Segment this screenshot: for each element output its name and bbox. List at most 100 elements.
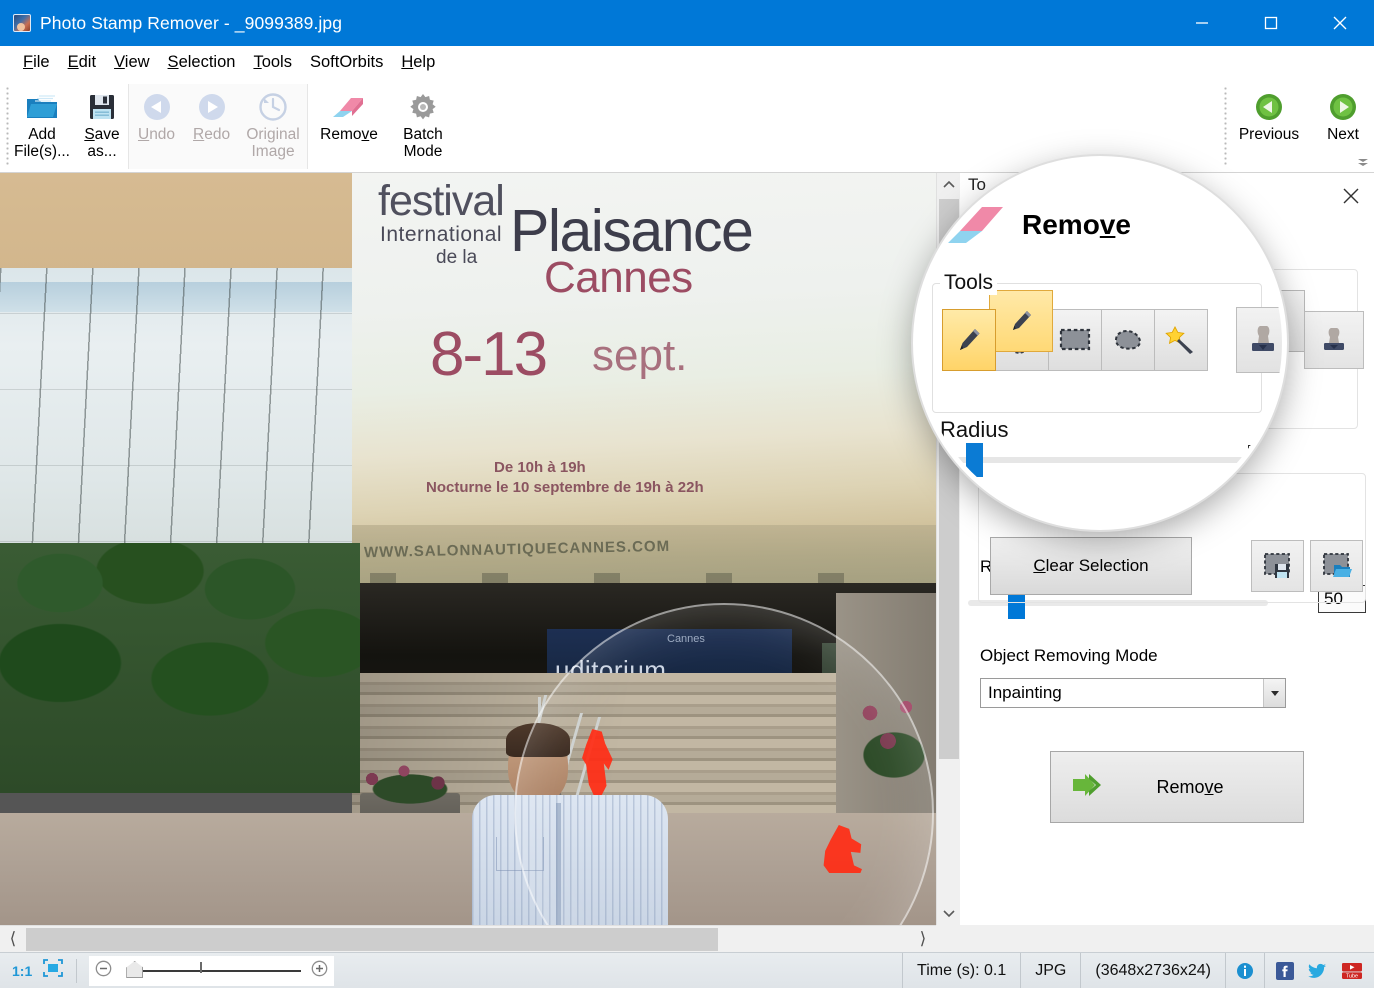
magic-wand-tool-button[interactable] [1241,290,1305,352]
status-divider-1 [76,959,77,983]
photo-right-flowers [848,693,936,793]
chevron-down-icon[interactable] [1263,679,1285,707]
toolbar-overflow-icon[interactable] [1356,156,1370,168]
menu-item-tools[interactable]: Tools [244,50,301,75]
zoom-out-icon[interactable] [95,960,112,982]
previous-arrow-icon [1254,90,1284,124]
close-icon[interactable] [1305,0,1374,46]
next-arrow-icon [1328,90,1358,124]
menu-item-softorbits[interactable]: SoftOrbits [301,50,392,75]
batch-mode-label: Batch Mode [403,126,443,160]
object-removing-mode-label: Object Removing Mode [980,646,1158,666]
tool-buttons-row [989,290,1304,352]
remove-toolbar-label: Remove [320,126,378,143]
photo-image[interactable]: festival International de la Plaisance C… [0,173,936,925]
panel-eraser-icon [970,195,1018,235]
svg-text:Tube: Tube [1346,973,1358,979]
remove-panel: To Remove Tools [960,173,1374,925]
next-button[interactable]: Next [1306,84,1374,143]
toolbar-grip [6,86,9,166]
original-image-label: Original Image [246,126,299,160]
zoom-slider-track[interactable] [116,962,307,979]
previous-button[interactable]: Previous [1232,84,1306,143]
undo-label: Undo [138,126,175,143]
window-title: Photo Stamp Remover - _9099389.jpg [40,13,342,34]
panel-header: To Remove [960,173,1374,225]
stamp-tool-button[interactable] [1304,311,1364,369]
vertical-scrollbar-thumb[interactable] [939,199,959,759]
fit-to-window-icon[interactable] [42,958,64,983]
scroll-down-arrow-icon[interactable] [937,901,961,925]
pencil-tool-button[interactable] [989,290,1053,352]
photo-tan-wall [0,173,355,278]
rectangle-select-tool-button[interactable] [1115,290,1179,352]
eraser-tool-button[interactable] [1052,290,1116,352]
menu-item-view[interactable]: View [105,50,158,75]
save-selection-icon[interactable] [1251,540,1304,592]
lasso-tool-button[interactable] [1178,290,1242,352]
info-icon[interactable] [1225,953,1264,988]
scroll-left-arrow-icon[interactable]: ⟨ [0,926,26,953]
clock-history-icon [257,90,289,124]
status-time: Time (s): 0.1 [902,953,1020,988]
banner-festival-text: festival [378,177,504,226]
redo-button[interactable]: Redo [184,84,239,143]
panel-close-icon[interactable] [1338,183,1364,209]
banner-dates-text: 8-13 [430,319,546,390]
menu-item-help[interactable]: Help [392,50,444,75]
toolbar-group-file: Add File(s)... Saveas... [12,84,132,169]
facebook-icon[interactable] [1269,962,1301,980]
menu-bar: FFileile Edit View Selection Tools SoftO… [0,46,1374,80]
window-controls [1167,0,1374,46]
photo-plaza [0,813,936,925]
vertical-scrollbar[interactable] [936,173,960,925]
tools-group-label: Tools [987,258,1037,278]
open-folder-icon [25,90,59,124]
save-as-label: Saveas... [84,126,119,160]
batch-mode-button[interactable]: Batch Mode [386,84,460,160]
load-selection-icon[interactable] [1310,540,1363,592]
banner-international-text: International [380,223,502,247]
banner-hours-2-text: Nocturne le 10 septembre de 19h à 22h [426,479,704,496]
undo-button[interactable]: Undo [129,84,184,143]
clear-selection-button[interactable]: Clear Selection [990,537,1192,595]
menu-item-edit[interactable]: Edit [59,50,105,75]
floppy-disk-icon [87,90,117,124]
photo-man-shirt-placket [556,803,561,925]
green-double-arrow-icon [1071,771,1111,804]
panel-tab-tools[interactable]: To [968,175,986,195]
youtube-icon[interactable]: Tube [1334,962,1370,980]
previous-label: Previous [1239,126,1299,143]
undo-arrow-icon [141,90,173,124]
zoom-ratio-label[interactable]: 1:1 [12,963,32,979]
object-removing-mode-select[interactable]: Inpainting [980,678,1286,708]
zoom-slider-thumb[interactable] [126,961,143,978]
zoom-slider-tick [200,962,202,973]
social-icons: Tube [1264,953,1374,988]
scroll-right-arrow-icon[interactable]: ⟩ [910,926,936,953]
horizontal-scrollbar-thumb[interactable] [26,928,718,951]
twitter-icon[interactable] [1301,962,1334,980]
original-image-button[interactable]: Original Image [239,84,307,160]
remove-toolbar-button[interactable]: Remove [312,84,386,143]
minimize-icon[interactable] [1167,0,1236,46]
horizontal-scrollbar[interactable]: ⟨ ⟩ [0,925,936,952]
menu-item-selection[interactable]: Selection [159,50,245,75]
menu-item-file[interactable]: FFileile [14,50,59,75]
remove-action-button[interactable]: Remove [1050,751,1304,823]
object-removing-mode-value: Inpainting [981,683,1062,703]
zoom-slider[interactable] [89,956,334,986]
eraser-icon [330,90,368,124]
redo-label: Redo [193,126,230,143]
banner-hours-1-text: De 10h à 19h [494,459,586,476]
add-files-button[interactable]: Add File(s)... [12,84,72,160]
banner-dela-text: de la [436,247,477,269]
image-canvas[interactable]: festival International de la Plaisance C… [0,173,936,925]
photo-planter-flowers [352,755,468,807]
scroll-up-arrow-icon[interactable] [937,173,961,197]
save-as-button[interactable]: Saveas... [72,84,132,160]
zoom-in-icon[interactable] [311,960,328,982]
maximize-icon[interactable] [1236,0,1305,46]
photo-app-icon [13,14,31,32]
horizontal-scrollbar-track[interactable] [26,926,910,953]
